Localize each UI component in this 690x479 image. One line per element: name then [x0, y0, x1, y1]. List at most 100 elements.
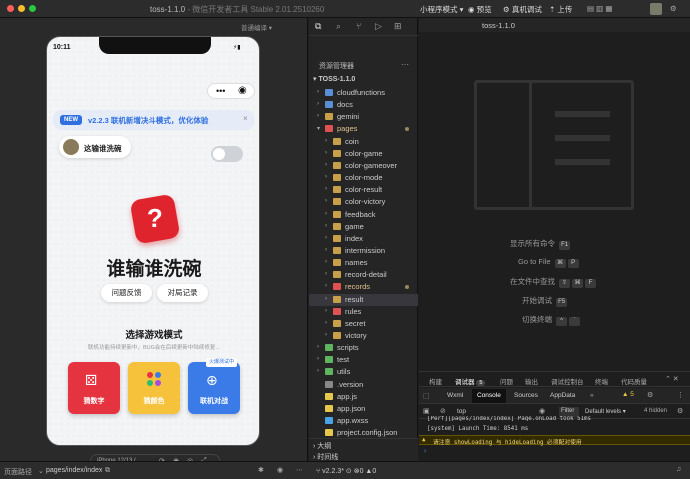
tree-item-secret[interactable]: › secret [309, 318, 418, 330]
maximize-window-button[interactable] [29, 5, 36, 12]
tree-item-result[interactable]: › result [309, 293, 418, 306]
tree-item-intermission[interactable]: › intermission [309, 245, 418, 257]
tree-item-utils[interactable]: › utils [309, 366, 418, 378]
explorer-root[interactable]: ▾ TOSS-1.1.0 [313, 75, 355, 83]
more-icon[interactable]: ⋯ [296, 466, 303, 474]
mode-card-online[interactable]: 火爆测试中 ⊕ 联机对战 [188, 358, 240, 414]
upload-button[interactable]: ⇡ 上传 [549, 4, 572, 15]
avatar[interactable] [650, 3, 662, 15]
bug-icon[interactable]: ✱ [258, 466, 264, 474]
layout-toggle-icons[interactable]: ▤ ▥ ▦ [587, 4, 612, 13]
tree-item-coin[interactable]: › coin [309, 136, 418, 148]
tree-item-app-wxss[interactable]: app.wxss [309, 415, 418, 427]
mode-select[interactable]: 小程序模式 ▾ [420, 4, 463, 15]
tree-item-docs[interactable]: › docs [309, 99, 418, 111]
records-button[interactable]: 对局记录 [157, 284, 208, 302]
panel-close-icons[interactable]: ⌃ ✕ [665, 375, 679, 383]
subtab-sources[interactable]: Sources [514, 392, 538, 399]
extensions-icon[interactable]: ⊞ [394, 21, 402, 32]
tree-item-pages[interactable]: ▾ pages [309, 123, 418, 135]
tree-item-feedback[interactable]: › feedback [309, 209, 418, 221]
tree-item-app-js[interactable]: app.js [309, 391, 418, 403]
command-hint[interactable]: Go to File ⌘ P [518, 257, 579, 268]
files-icon[interactable]: ⧉ [315, 21, 321, 32]
sound-toggle[interactable] [211, 146, 243, 162]
editor-tab[interactable]: toss-1.1.0 [482, 21, 515, 30]
sidebar-icon[interactable]: ▣ [423, 407, 430, 415]
settings-icon[interactable]: ⚙ [677, 407, 683, 415]
real-debug-button[interactable]: ⚙ 真机调试 [503, 4, 542, 15]
exit-icon[interactable]: ◉ [238, 85, 247, 96]
more-icon[interactable]: ⋮ [677, 391, 684, 399]
eye-icon[interactable]: ◉ [539, 407, 545, 415]
tree-item-names[interactable]: › names [309, 257, 418, 269]
more-tabs-icon[interactable]: » [590, 392, 594, 399]
tree-item-gemini[interactable]: › gemini [309, 111, 418, 123]
folder-icon [333, 234, 341, 242]
tree-item-victory[interactable]: › victory [309, 330, 418, 342]
preview-button[interactable]: ◉ 预览 [468, 4, 492, 15]
subtab-console[interactable]: Console [472, 389, 506, 403]
clear-console-icon[interactable]: ⊘ [440, 407, 446, 415]
tree-item-color-game[interactable]: › color-game [309, 148, 418, 160]
user-chip[interactable]: 这输谁洗碗 [59, 136, 131, 158]
command-hint[interactable]: 切换终端 ^ ` [522, 314, 581, 326]
subtab-wxml[interactable]: Wxml [447, 392, 463, 399]
tree-item-cloudfunctions[interactable]: › cloudfunctions [309, 87, 418, 99]
notification-icon[interactable]: ♫ [676, 466, 681, 473]
inspect-icon[interactable]: ⬚ [423, 392, 430, 400]
git-branch[interactable]: ⑂ v2.2.3* ⊙ ⊗0 ▲0 [316, 467, 376, 475]
tree-item-version[interactable]: .version [309, 379, 418, 391]
feedback-button[interactable]: 问题反馈 [101, 284, 152, 302]
outline-section[interactable]: › 大纲 [313, 441, 331, 451]
warn-counter[interactable]: ▲ 5 [622, 391, 634, 398]
tree-item-record-detail[interactable]: › record-detail [309, 269, 418, 281]
search-icon[interactable]: ⌕ [336, 21, 341, 32]
tree-item-color-gameover[interactable]: › color-gameover [309, 160, 418, 172]
copy-icon[interactable]: ⧉ [105, 467, 110, 475]
tree-item-app-json[interactable]: app.json [309, 403, 418, 415]
eye-icon[interactable]: ◉ [277, 466, 283, 474]
close-window-button[interactable] [7, 5, 14, 12]
minimize-window-button[interactable] [18, 5, 25, 12]
notice-banner[interactable]: NEW v2.2.3 联机新增决斗模式，优化体验 × [53, 110, 255, 130]
banner-close-icon[interactable]: × [243, 114, 248, 123]
more-icon[interactable]: ⋯ [401, 60, 409, 69]
mode-card-guess-color[interactable]: 猜颜色 [128, 362, 180, 414]
tab-debugger[interactable]: 调试器 5 [455, 376, 486, 386]
tree-item-index[interactable]: › index [309, 233, 418, 245]
debug-icon[interactable]: ▷ [375, 21, 382, 32]
compile-mode[interactable]: 普通编译 ▾ [241, 22, 272, 32]
capsule-menu[interactable]: ••• ◉ [207, 83, 255, 99]
page-path[interactable]: pages/index/index [46, 467, 102, 474]
tab-debug-console[interactable]: 调试控制台 [551, 376, 584, 386]
levels-select[interactable]: Default levels ▾ [585, 408, 626, 415]
tab-code-quality[interactable]: 代码质量 [621, 376, 647, 386]
tree-item-game[interactable]: › game [309, 221, 418, 233]
tab-problems[interactable]: 问题 [500, 376, 513, 386]
tree-item-color-victory[interactable]: › color-victory [309, 196, 418, 208]
context-select[interactable]: top [457, 408, 466, 415]
tab-output[interactable]: 输出 [525, 376, 538, 386]
debug-icon: ⚙ [503, 5, 510, 14]
key: F5 [556, 298, 568, 307]
tree-item-color-result[interactable]: › color-result [309, 184, 418, 196]
console-output: [Perf][pages/index/index] Page.onLoad to… [419, 416, 690, 462]
command-hint[interactable]: 显示所有命令 F1 [510, 238, 571, 250]
command-hint[interactable]: 在文件中查找 ⇧ ⌘ F [510, 276, 597, 288]
console-prompt[interactable]: › [423, 447, 427, 455]
more-icon[interactable]: ••• [216, 86, 225, 96]
mode-card-guess-number[interactable]: ⚄ 猜数字 [68, 362, 120, 414]
tree-item-test[interactable]: › test [309, 354, 418, 366]
command-hint[interactable]: 开始调试 F5 [522, 295, 568, 307]
settings-icon[interactable]: ⚙ [647, 391, 653, 399]
tab-terminal[interactable]: 终端 [595, 376, 608, 386]
tab-build[interactable]: 构建 [429, 376, 442, 386]
tree-item-color-mode[interactable]: › color-mode [309, 172, 418, 184]
tree-item-records[interactable]: › records [309, 281, 418, 293]
tree-item-scripts[interactable]: › scripts [309, 342, 418, 354]
subtab-appdata[interactable]: AppData [550, 392, 575, 399]
source-control-icon[interactable]: ⑂ [356, 21, 361, 31]
settings-icon[interactable]: ⚙ [670, 4, 677, 13]
tree-item-rules[interactable]: › rules [309, 306, 418, 318]
